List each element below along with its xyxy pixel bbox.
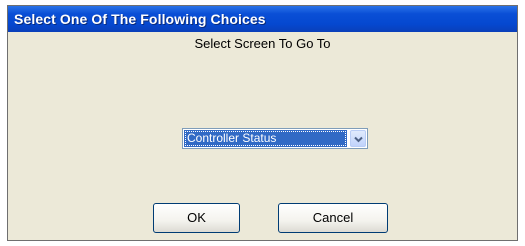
select-screen-dialog: Select One Of The Following Choices Sele…	[7, 5, 518, 241]
window-title: Select One Of The Following Choices	[14, 11, 266, 27]
ok-button[interactable]: OK	[153, 203, 240, 233]
dropdown-button[interactable]	[350, 130, 366, 147]
screen-select-value[interactable]: Controller Status	[184, 130, 347, 147]
cancel-button[interactable]: Cancel	[278, 203, 388, 233]
chevron-down-icon	[353, 130, 363, 148]
title-bar[interactable]: Select One Of The Following Choices	[8, 6, 517, 32]
screen-select[interactable]: Controller Status	[182, 128, 368, 149]
prompt-heading: Select Screen To Go To	[194, 36, 331, 51]
